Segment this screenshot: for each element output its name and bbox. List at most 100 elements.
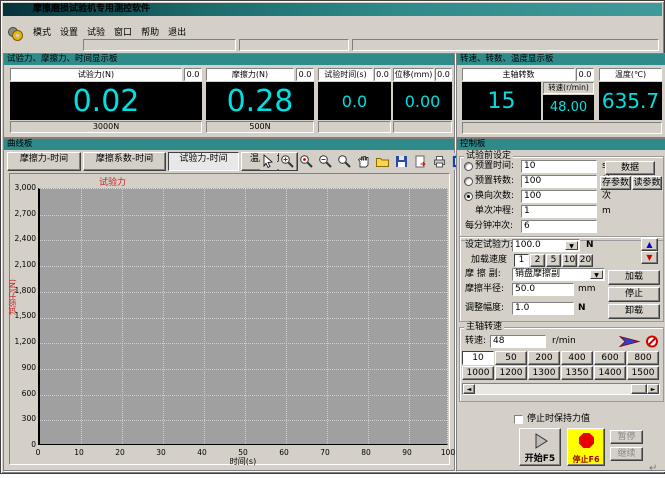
menu-item-settings[interactable]: 设置 — [60, 25, 78, 38]
set-force-label: 设定试验力: — [465, 239, 513, 252]
data-button[interactable]: 数据 — [605, 161, 655, 175]
scroll-right-icon[interactable]: ► — [647, 384, 659, 394]
load-button[interactable]: 加载 — [608, 270, 660, 285]
stroke-input[interactable]: 1 — [521, 205, 597, 218]
preset-revs-label: 预置转数: — [475, 175, 514, 188]
speed-panel-bottom-strip — [462, 122, 662, 134]
corner-mark: ↵ — [649, 463, 657, 474]
plot-area[interactable] — [38, 188, 448, 445]
chevron-down-icon[interactable]: ▼ — [565, 241, 578, 250]
unload-button[interactable]: 卸载 — [608, 304, 660, 319]
speed-10-button[interactable]: 10 — [462, 351, 494, 365]
set-force-combo[interactable]: 100.0 ▼ — [512, 239, 580, 252]
chart-xlabel: 时间(s) — [218, 456, 268, 467]
save-params-button[interactable]: 存参数 — [600, 176, 631, 190]
curve-panel: 曲线板 摩擦力-时间 摩擦系数-时间 试验力-时间 温度-时间 试验力 试验力(… — [3, 138, 455, 471]
ytick: 2,700 — [6, 209, 36, 218]
ytick: 2,400 — [6, 234, 36, 243]
friction-pair-value: 销盘摩擦副 — [515, 269, 560, 279]
menu-item-window[interactable]: 窗口 — [114, 25, 132, 38]
friction-pair-combo[interactable]: 销盘摩擦副 ▼ — [512, 268, 605, 281]
spindle-revs-label-bar: 主轴转数 — [462, 68, 575, 81]
speed-scrollbar[interactable]: ◄ ► — [462, 383, 660, 395]
ytick: 3,000 — [6, 183, 36, 192]
speed-display-panel: 转速、转数、温度显示板 主轴转数 0.0 温度(℃) 15 转速(r/min) … — [456, 53, 665, 138]
speed-600-button[interactable]: 600 — [594, 351, 626, 365]
export-icon[interactable] — [412, 153, 429, 170]
scroll-left-icon[interactable]: ◄ — [463, 384, 475, 394]
spindle-start-arrow-icon[interactable] — [619, 335, 641, 348]
speed-50-button[interactable]: 50 — [495, 351, 527, 365]
preset-time-radio[interactable] — [464, 162, 473, 171]
displacement-display: 0.00 — [393, 82, 452, 120]
stop-load-button[interactable]: 停止 — [608, 287, 660, 302]
load-rate-10-button[interactable]: 10 — [562, 254, 577, 267]
preset-time-input[interactable]: 10 — [521, 160, 597, 173]
speed-400-button[interactable]: 400 — [561, 351, 593, 365]
friction-force-range: 500N — [206, 121, 314, 133]
hold-force-checkbox[interactable] — [514, 415, 523, 424]
friction-radius-input[interactable]: 50.0 — [512, 283, 574, 296]
speed-800-button[interactable]: 800 — [627, 351, 659, 365]
speed-1500-button[interactable]: 1500 — [627, 366, 659, 380]
menu-item-help[interactable]: 帮助 — [141, 25, 159, 38]
preset-revs-radio[interactable] — [464, 177, 473, 186]
zoom-icon[interactable] — [336, 153, 353, 170]
save-icon[interactable] — [393, 153, 410, 170]
tab-test-force-time[interactable]: 试验力-时间 — [168, 152, 239, 171]
adjust-input[interactable]: 1.0 — [512, 302, 574, 315]
load-rate-1-button[interactable]: 1 — [514, 254, 529, 267]
speed-1400-button[interactable]: 1400 — [594, 366, 626, 380]
tab-friction-time[interactable]: 摩擦力-时间 — [7, 152, 81, 171]
menu-item-test[interactable]: 试验 — [87, 25, 105, 38]
speed-1000-button[interactable]: 1000 — [462, 366, 494, 380]
spindle-speed-display: 48.00 — [543, 95, 594, 120]
force-up-arrow-button[interactable]: ▲ — [641, 238, 658, 251]
title-bar[interactable]: 摩擦磨损试验机专用测控软件 — [3, 3, 662, 16]
pan-hand-icon[interactable] — [355, 153, 372, 170]
preset-revs-input[interactable]: 100 — [521, 175, 597, 188]
adjust-label: 调整幅度: — [465, 302, 504, 315]
open-folder-icon[interactable] — [374, 153, 391, 170]
zoom-center-icon[interactable] — [298, 153, 315, 170]
read-params-button[interactable]: 读参数 — [632, 176, 662, 190]
zoom-in-icon[interactable] — [279, 153, 296, 170]
menu-item-exit[interactable]: 退出 — [168, 25, 186, 38]
spindle-speed-input[interactable]: 48 — [490, 335, 546, 348]
test-force-label-bar: 试验力(N) — [10, 68, 182, 81]
speed-1200-button[interactable]: 1200 — [495, 366, 527, 380]
control-panel-title: 控制板 — [457, 139, 665, 150]
speed-200-button[interactable]: 200 — [528, 351, 560, 365]
set-force-unit: N — [586, 239, 594, 252]
set-force-value: 100.0 — [515, 240, 541, 250]
chevron-down-icon[interactable]: ▼ — [590, 270, 603, 279]
ytick: 1,200 — [6, 337, 36, 346]
toolbar-status-field-1 — [83, 39, 236, 51]
zoom-out-icon[interactable] — [317, 153, 334, 170]
start-button[interactable]: 开始F5 — [519, 428, 561, 466]
reverse-count-input[interactable]: 100 — [521, 190, 597, 203]
menu-item-mode[interactable]: 模式 — [33, 25, 51, 38]
reverse-count-radio[interactable] — [464, 192, 473, 201]
tab-friction-coef-time[interactable]: 摩擦系数-时间 — [83, 152, 166, 171]
xtick: 30 — [149, 448, 173, 457]
curve-panel-title: 曲线板 — [4, 139, 454, 150]
plot-toolbar — [260, 153, 467, 170]
cursor-icon[interactable] — [260, 153, 277, 170]
force-down-arrow-button[interactable]: ▼ — [641, 251, 658, 264]
print-icon[interactable] — [431, 153, 448, 170]
load-rate-5-button[interactable]: 5 — [546, 254, 561, 267]
speed-1300-button[interactable]: 1300 — [528, 366, 560, 380]
stop-button[interactable]: 停止F6 — [567, 428, 605, 466]
strokes-per-min-input[interactable]: 6 — [521, 220, 597, 233]
displacement-aux: 0.0 — [435, 68, 452, 81]
spindle-stop-prohibit-icon[interactable] — [645, 335, 659, 348]
load-rate-2-button[interactable]: 2 — [530, 254, 545, 267]
test-time-label-bar: 试验时间(s) — [318, 68, 373, 81]
speed-1350-button[interactable]: 1350 — [561, 366, 593, 380]
resume-button[interactable]: 继续 — [610, 447, 643, 461]
load-rate-20-button[interactable]: 20 — [578, 254, 593, 267]
strokes-per-min-label: 每分钟冲次: — [465, 220, 513, 233]
pause-button[interactable]: 暂停 — [610, 430, 643, 444]
scrollbar-thumb[interactable] — [631, 384, 647, 394]
